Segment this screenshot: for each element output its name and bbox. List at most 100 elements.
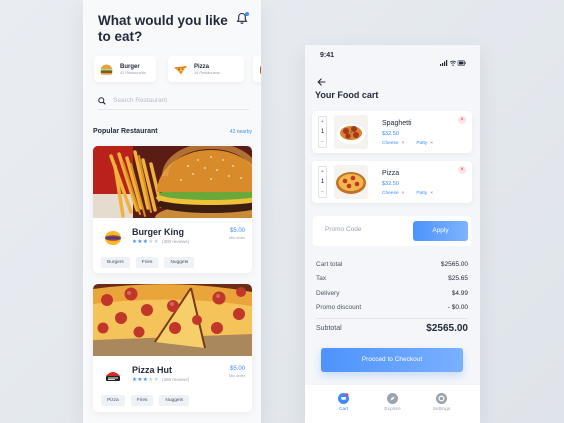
summary-label: Promo discount (316, 304, 362, 312)
page-title: Your Food cart (315, 90, 379, 100)
quantity-value: 1 (320, 179, 325, 185)
item-price: $32.50 (382, 181, 399, 187)
decrease-button[interactable]: − (319, 187, 326, 197)
category-count: 42 Restaurants (120, 70, 146, 75)
tag[interactable]: Burgers (101, 257, 130, 268)
promo-code-input[interactable]: Promo Code (325, 226, 362, 233)
category-count: 18 Restaurants (194, 70, 220, 75)
tag[interactable]: Fries (135, 257, 159, 268)
restaurant-name: Burger King (132, 227, 185, 237)
back-arrow-icon[interactable] (317, 73, 326, 86)
checkout-button[interactable]: Procced to Checkout (321, 348, 463, 372)
quantity-stepper[interactable]: + 1 − (318, 166, 327, 198)
tab-cart[interactable]: Cart (327, 385, 361, 423)
category-more[interactable] (253, 56, 261, 82)
divider (316, 318, 468, 319)
search-bar[interactable]: Search Restaurant (98, 92, 249, 110)
burger-icon (99, 62, 114, 77)
decrease-button[interactable]: − (319, 137, 326, 147)
subtotal-row: Subtotal $2565.00 (316, 323, 468, 334)
subtotal-label: Subtotal (316, 325, 342, 332)
burger-king-logo (104, 229, 122, 247)
review-count: (380 reviews) (162, 239, 190, 244)
item-price: $32.50 (382, 131, 399, 137)
summary-label: Delivery (316, 289, 340, 297)
rating-stars: ★★★★★ (380 reviews) (132, 239, 190, 245)
review-count: (260 reviews) (162, 377, 190, 382)
remove-option-icon[interactable]: × (402, 191, 405, 196)
summary-row: Cart total $2565.00 (316, 257, 468, 272)
tab-settings[interactable]: Settings (425, 385, 459, 423)
tab-label: Settings (432, 407, 451, 412)
restaurant-card-burger-king[interactable]: Burger King ★★★★★ (380 reviews) $5.00 Min… (93, 146, 252, 273)
item-name: Pizza (382, 170, 400, 177)
bottom-tab-bar: Cart Explore Settings (305, 385, 480, 423)
remove-item-button[interactable]: × (458, 166, 466, 174)
remove-item-button[interactable]: × (458, 116, 466, 124)
min-order-label: Min order (228, 236, 245, 240)
cart-item-pizza: + 1 − Pizza $32.50 Cheese × Patty × × (312, 161, 472, 203)
tag-list: Burgers Fries Nuggets (101, 257, 195, 268)
tag[interactable]: Fries (130, 395, 154, 406)
tag[interactable]: Nuggets (159, 395, 190, 406)
tag[interactable]: Nuggets (164, 257, 195, 268)
restaurant-name: Pizza Hut (132, 365, 173, 375)
min-order-label: Min order (228, 374, 245, 378)
notification-bell-icon[interactable] (236, 12, 249, 25)
summary-value: $2565.00 (440, 260, 468, 268)
status-time: 9:41 (320, 52, 335, 59)
notification-dot (245, 12, 249, 16)
promo-code-box: Promo Code Apply (313, 216, 471, 246)
option-chip[interactable]: Patty × (416, 141, 433, 146)
section-header: Popular Restaurant 42 nearby (93, 128, 252, 135)
category-pizza[interactable]: Pizza 18 Restaurants (168, 56, 244, 82)
min-order-price: $5.00 (229, 228, 245, 234)
cart-item-spaghetti: + 1 − Spaghetti $32.50 Cheese × Patty × × (312, 111, 472, 153)
remove-option-icon[interactable]: × (402, 141, 405, 146)
page-title: What would you like to eat? (98, 13, 228, 44)
cart-icon (338, 391, 349, 404)
rating-stars: ★★★★★ (260 reviews) (132, 377, 190, 383)
see-all-link[interactable]: 42 nearby (230, 129, 252, 135)
category-burger[interactable]: Burger 42 Restaurants (94, 56, 156, 82)
restaurant-card-pizza-hut[interactable]: Pizza Hut ★★★★★ (260 reviews) $5.00 Min o… (93, 284, 252, 412)
signal-icon (440, 60, 448, 66)
option-chip[interactable]: Cheese × (382, 191, 404, 196)
pizza-food-image (93, 284, 252, 356)
order-summary: Cart total $2565.00 Tax $25.65 Delivery $4.… (316, 257, 468, 334)
increase-button[interactable]: + (319, 117, 326, 127)
status-icons (440, 53, 466, 66)
subtotal-value: $2565.00 (426, 323, 468, 334)
search-input[interactable]: Search Restaurant (113, 97, 167, 104)
remove-option-icon[interactable]: × (430, 191, 433, 196)
apply-button[interactable]: Apply (413, 221, 468, 241)
gear-icon (436, 391, 447, 404)
summary-value: - $0.00 (447, 304, 468, 312)
tab-label: Cart (338, 407, 349, 412)
search-icon (98, 96, 106, 105)
compass-icon (387, 391, 398, 404)
summary-value: $25.65 (448, 275, 468, 283)
burger-food-image (93, 146, 252, 218)
tab-explore[interactable]: Explore (376, 385, 410, 423)
summary-label: Cart total (316, 260, 343, 268)
battery-icon (457, 60, 466, 66)
tab-label: Explore (384, 407, 401, 412)
quantity-value: 1 (320, 129, 325, 135)
item-options: Cheese × Patty × (382, 141, 433, 146)
summary-row: Tax $25.65 (316, 272, 468, 287)
tag[interactable]: Pizza (101, 395, 125, 406)
option-chip[interactable]: Patty × (416, 191, 433, 196)
summary-value: $4.99 (451, 289, 468, 297)
option-chip[interactable]: Cheese × (382, 141, 404, 146)
summary-row: Promo discount - $0.00 (316, 301, 468, 316)
quantity-stepper[interactable]: + 1 − (318, 116, 327, 148)
pizza-image (334, 165, 368, 199)
food-icon (258, 62, 261, 77)
remove-option-icon[interactable]: × (430, 141, 433, 146)
category-name: Burger (120, 63, 140, 70)
increase-button[interactable]: + (319, 167, 326, 177)
category-name: Pizza (194, 63, 210, 70)
wifi-icon (449, 60, 457, 64)
category-list: Burger 42 Restaurants Pizza 18 Restauran… (94, 56, 261, 82)
